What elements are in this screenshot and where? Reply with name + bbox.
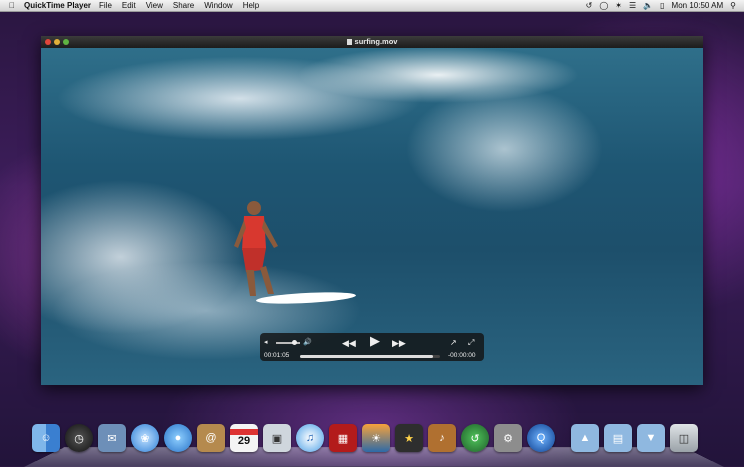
trash-icon[interactable]: ◫	[670, 424, 698, 452]
play-button[interactable]: ▶	[370, 334, 380, 347]
menu-share[interactable]: Share	[173, 1, 194, 10]
battery-icon[interactable]: ▯	[660, 1, 664, 10]
mail-icon[interactable]: ✉	[98, 424, 126, 452]
window-title-text: surfing.mov	[354, 37, 398, 46]
ichat-icon[interactable]: ●	[164, 424, 192, 452]
address-book-icon[interactable]: @	[197, 424, 225, 452]
ical-date: 29	[237, 435, 251, 447]
menu-edit[interactable]: Edit	[122, 1, 136, 10]
dock: ☺ ◷ ✉ ❀ ● @ 29 ▣ ♫ ▦ ☀ ★ ♪ ↺ ⚙ Q ▲ ▤ ▼ ◫	[24, 420, 724, 467]
menubar-clock[interactable]: Mon 10:50 AM	[672, 1, 724, 10]
downloads-folder-icon[interactable]: ▼	[637, 424, 665, 452]
menu-window[interactable]: Window	[204, 1, 232, 10]
time-machine-status-icon[interactable]: ↺	[586, 1, 593, 10]
garageband-icon[interactable]: ♪	[428, 424, 456, 452]
rewind-button[interactable]: ◀◀	[342, 337, 356, 349]
ical-icon[interactable]: 29	[230, 424, 258, 452]
playback-controller: ◂ 🔊 ◀◀ ▶ ▶▶ ↗ ⤢ 00:01:05 -00:00:00	[260, 333, 484, 361]
timeline-progress	[300, 355, 433, 358]
surfer-image	[234, 201, 278, 296]
wifi-icon[interactable]: ☰	[629, 1, 636, 10]
itunes-icon[interactable]: ♫	[296, 424, 324, 452]
menu-bar:  QuickTime Player File Edit View Share …	[0, 0, 744, 12]
preview-icon[interactable]: ▣	[263, 424, 291, 452]
imovie-icon[interactable]: ★	[395, 424, 423, 452]
system-preferences-icon[interactable]: ⚙	[494, 424, 522, 452]
documents-folder-icon[interactable]: ▤	[604, 424, 632, 452]
player-window: surfing.mov ◂ 🔊 ◀◀ ▶ ▶▶ ↗ ⤢ 00:01:05 -00…	[41, 36, 703, 385]
timeline-scrubber[interactable]	[300, 355, 440, 358]
dock-separator	[560, 424, 566, 452]
applications-folder-icon[interactable]: ▲	[571, 424, 599, 452]
bluetooth-icon[interactable]: ✶	[615, 1, 622, 10]
photo-booth-icon[interactable]: ▦	[329, 424, 357, 452]
document-icon	[346, 39, 352, 45]
dashboard-icon[interactable]: ◷	[65, 424, 93, 452]
menu-file[interactable]: File	[99, 1, 112, 10]
volume-high-icon[interactable]: 🔊	[303, 337, 312, 349]
menu-view[interactable]: View	[146, 1, 163, 10]
window-title: surfing.mov	[41, 36, 703, 48]
title-bar[interactable]: surfing.mov	[41, 36, 703, 48]
time-machine-icon[interactable]: ↺	[461, 424, 489, 452]
share-icon[interactable]: ↗	[450, 337, 457, 349]
spotlight-icon[interactable]: ⚲	[730, 1, 736, 10]
status-area: ↺ ◯ ✶ ☰ 🔈 ▯ Mon 10:50 AM ⚲	[586, 1, 744, 10]
volume-low-icon[interactable]: ◂	[264, 337, 268, 349]
fullscreen-icon[interactable]: ⤢	[468, 337, 474, 349]
menu-help[interactable]: Help	[243, 1, 259, 10]
ichat-status-icon[interactable]: ◯	[599, 1, 608, 10]
remaining-time: -00:00:00	[448, 352, 476, 359]
volume-slider-knob[interactable]	[292, 340, 297, 345]
safari-icon[interactable]: ❀	[131, 424, 159, 452]
finder-icon[interactable]: ☺	[32, 424, 60, 452]
elapsed-time: 00:01:05	[264, 352, 290, 359]
fast-forward-button[interactable]: ▶▶	[392, 337, 406, 349]
quicktime-icon[interactable]: Q	[527, 424, 555, 452]
app-menu[interactable]: QuickTime Player	[24, 1, 91, 10]
volume-icon[interactable]: 🔈	[643, 1, 653, 10]
apple-menu-icon[interactable]: 	[4, 1, 20, 10]
iphoto-icon[interactable]: ☀	[362, 424, 390, 452]
